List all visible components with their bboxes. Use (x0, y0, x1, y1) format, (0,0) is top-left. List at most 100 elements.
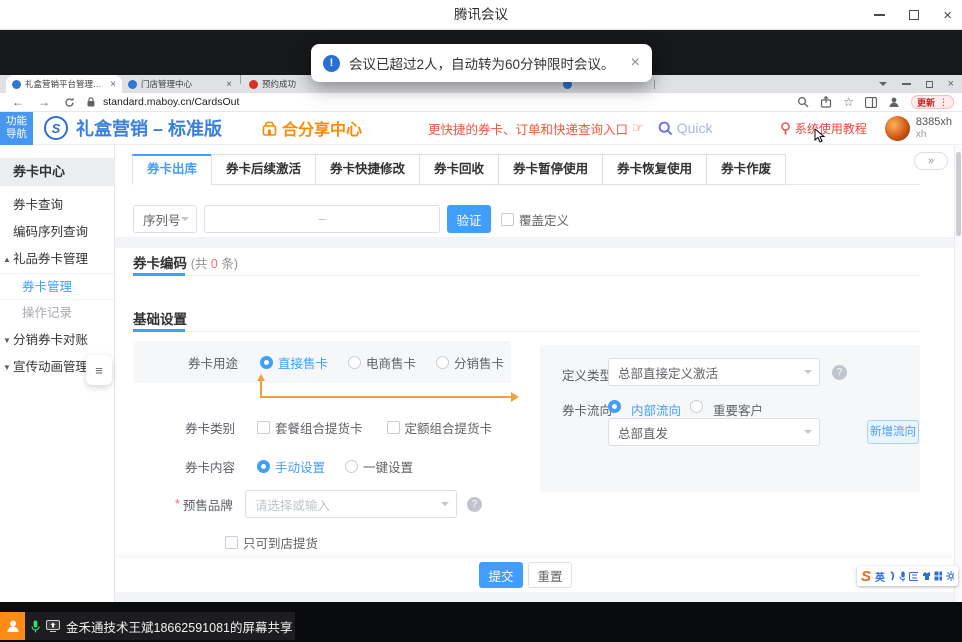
search-icon (658, 121, 673, 136)
checkbox-store-pickup-only[interactable] (225, 536, 238, 549)
verify-button[interactable]: 验证 (447, 205, 491, 233)
page-bottom-strip (115, 592, 954, 602)
radio-one-click-setup[interactable] (345, 460, 358, 473)
share-icon[interactable] (820, 96, 832, 108)
browser-maximize-icon[interactable] (926, 81, 933, 88)
flow-label: 券卡流向 (562, 400, 612, 419)
checkbox-fixed-combo[interactable] (387, 421, 400, 434)
tab-close-icon[interactable]: × (226, 79, 232, 90)
radio-internal-flow[interactable] (608, 400, 621, 413)
sogou-logo-icon[interactable]: S (861, 569, 871, 584)
checkbox-package-combo[interactable] (257, 421, 270, 434)
radio-important-customer[interactable] (690, 400, 703, 413)
radio-label[interactable]: 重要客户 (713, 400, 763, 419)
tab-card-void[interactable]: 券卡作废 (706, 154, 786, 185)
promo-link[interactable]: 更快捷的券卡、订单和快递查询入口 (428, 119, 628, 138)
bookmark-star-icon[interactable]: ☆ (843, 96, 854, 108)
chevron-down-icon[interactable] (879, 82, 887, 86)
checkbox-label[interactable]: 套餐组合提货卡 (275, 418, 363, 437)
checkbox-label[interactable]: 定额组合提货卡 (405, 418, 493, 437)
forward-icon[interactable]: → (38, 95, 50, 109)
side-panel-icon[interactable] (865, 97, 877, 108)
submit-button[interactable]: 提交 (479, 562, 523, 588)
radio-label[interactable]: 电商售卡 (366, 353, 416, 372)
ime-language-mode[interactable]: 英 (875, 569, 885, 584)
required-asterisk: * (175, 497, 180, 511)
browser-update-button[interactable]: 更新 ⋮ (911, 95, 954, 109)
sidebar-item-operation-log[interactable]: 操作记录 (0, 300, 114, 327)
tab-card-recycle[interactable]: 券卡回收 (419, 154, 499, 185)
tab-card-restore[interactable]: 券卡恢复使用 (602, 154, 707, 185)
sidebar-item-card-query[interactable]: 券卡查询 (0, 192, 114, 219)
ime-punctuation-icon[interactable] (889, 571, 895, 581)
radio-manual-setup[interactable] (257, 460, 270, 473)
browser-tab-2[interactable]: 门店管理中心 × (122, 75, 238, 93)
content-tabs: 券卡出库 券卡后续激活 券卡快捷修改 券卡回收 券卡暂停使用 券卡恢复使用 券卡… (133, 154, 786, 185)
function-nav-button[interactable]: 功能 导航 (0, 112, 33, 145)
quick-search[interactable]: Quick (658, 120, 713, 136)
tab-card-suspend[interactable]: 券卡暂停使用 (498, 154, 603, 185)
browser-tab-1[interactable]: 礼盒营销平台管理中心 × (6, 75, 122, 93)
panel-collapse-button[interactable]: » (914, 152, 948, 170)
user-avatar[interactable] (885, 116, 910, 141)
radio-distribution-sale[interactable] (436, 356, 449, 369)
menu-dots-icon[interactable]: ⋮ (939, 97, 948, 108)
maximize-icon[interactable] (909, 10, 919, 20)
overwrite-checkbox[interactable] (501, 213, 514, 226)
define-type-select[interactable]: 总部直接定义激活 (608, 358, 820, 386)
help-icon[interactable]: ? (467, 497, 482, 512)
scrollbar-track[interactable] (954, 146, 962, 602)
radio-label[interactable]: 内部流向 (631, 400, 681, 419)
share-center-link[interactable]: 合分享中心 (262, 116, 362, 140)
reset-button[interactable]: 重置 (528, 562, 572, 588)
tutorial-link[interactable]: 系统使用教程 (780, 120, 867, 137)
ime-settings-icon[interactable] (946, 571, 954, 581)
add-flow-button[interactable]: 新增流向 (867, 420, 919, 444)
pointing-hand-icon: ☞ (632, 120, 644, 136)
zoom-icon[interactable] (797, 96, 809, 108)
serial-type-select[interactable]: 序列号 (133, 205, 197, 233)
minimize-icon[interactable] (874, 14, 885, 16)
radio-direct-sale[interactable] (260, 356, 273, 369)
sidebar-item-code-sequence-query[interactable]: 编码序列查询 (0, 219, 114, 246)
chevron-down-icon (804, 370, 812, 374)
tab-card-quick-edit[interactable]: 券卡快捷修改 (315, 154, 420, 185)
brand-row: * 预售品牌 请选择或输入 ? (133, 490, 482, 518)
radio-label[interactable]: 手动设置 (275, 457, 325, 476)
sidebar-item-card-management[interactable]: 券卡管理 (0, 273, 114, 300)
radio-label[interactable]: 分销售卡 (454, 353, 504, 372)
tab-close-icon[interactable]: × (110, 79, 116, 90)
radio-label[interactable]: 一键设置 (363, 457, 413, 476)
brand-title: 礼盒营销 – 标准版 (76, 115, 222, 141)
help-icon[interactable]: ? (832, 365, 847, 380)
profile-icon[interactable] (888, 96, 900, 108)
checkbox-label[interactable]: 只可到店提货 (243, 533, 318, 552)
select-value: 总部直接定义激活 (609, 363, 804, 382)
browser-close-icon[interactable]: × (948, 79, 954, 90)
radio-ecommerce-sale[interactable] (348, 356, 361, 369)
refresh-icon[interactable] (64, 97, 75, 108)
close-icon[interactable]: × (943, 8, 952, 23)
radio-label[interactable]: 直接售卡 (278, 353, 328, 372)
brand-select[interactable]: 请选择或输入 (245, 490, 457, 518)
tab-card-outbound[interactable]: 券卡出库 (132, 154, 212, 185)
shop-icon (262, 121, 277, 136)
url-text[interactable]: standard.maboy.cn/CardsOut (103, 96, 239, 108)
sidebar-group-distribution-reconciliation[interactable]: ▼ 分销券卡对账 (0, 327, 114, 354)
main-content: 券卡出库 券卡后续激活 券卡快捷修改 券卡回收 券卡暂停使用 券卡恢复使用 券卡… (115, 145, 962, 602)
browser-minimize-icon[interactable] (902, 83, 911, 85)
ime-skin-icon[interactable] (922, 571, 930, 581)
sidebar-group-gift-card-management[interactable]: ▲ 礼品券卡管理 (0, 246, 114, 273)
back-icon[interactable]: ← (12, 95, 24, 109)
toast-close-icon[interactable]: × (631, 54, 640, 72)
ime-mic-icon[interactable] (899, 571, 905, 582)
ime-keyboard-icon[interactable] (909, 572, 918, 581)
sidebar-item-label: 编码序列查询 (13, 225, 88, 239)
scrollbar-thumb[interactable] (956, 152, 961, 236)
flow-select[interactable]: 总部直发 (608, 418, 820, 446)
serial-range-input[interactable] (204, 205, 440, 233)
share-status-bar: 金禾通技术王斌18662591081的屏幕共享 (25, 612, 295, 640)
ime-toolbox-icon[interactable] (934, 571, 942, 581)
sidebar-collapse-handle[interactable]: ≡ (86, 355, 112, 385)
tab-card-followup-activation[interactable]: 券卡后续激活 (211, 154, 316, 185)
